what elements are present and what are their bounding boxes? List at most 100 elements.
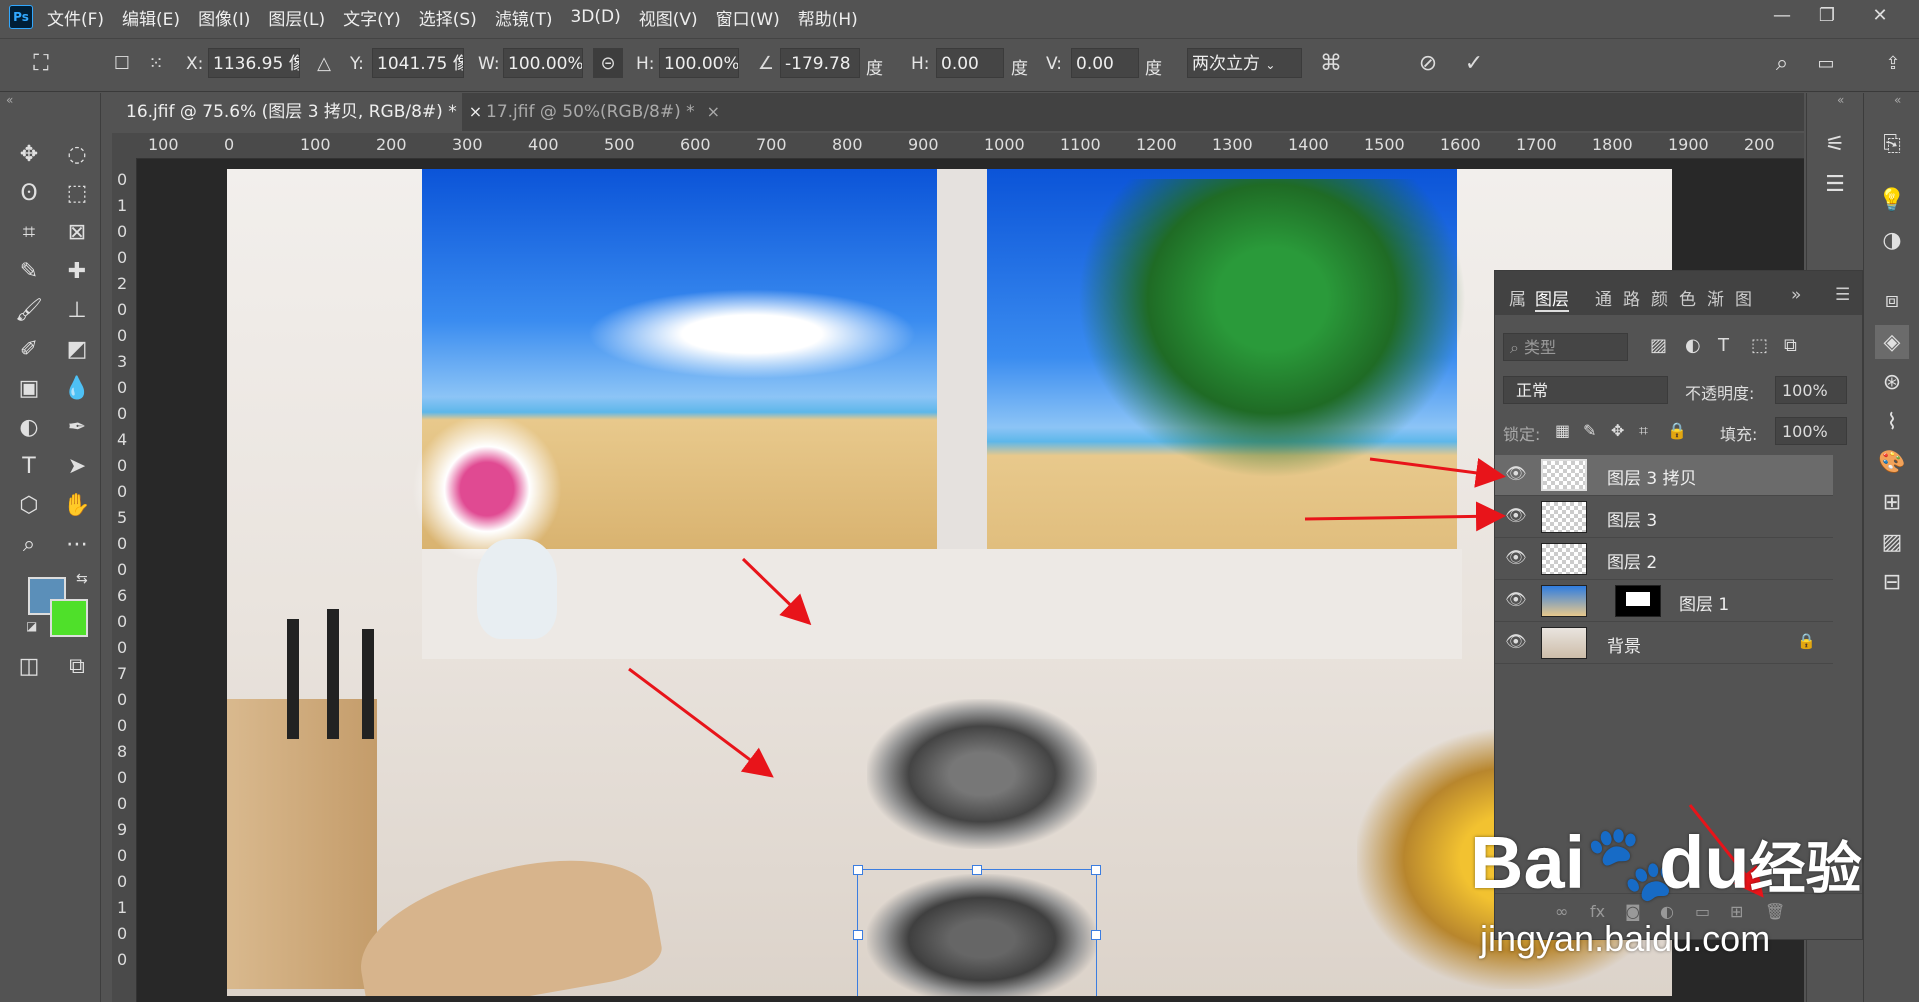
marquee-tool-icon[interactable]: ◌ xyxy=(60,137,94,171)
filter-pixel-icon[interactable]: ▨ xyxy=(1650,335,1667,356)
patterns-icon[interactable]: ⊟ xyxy=(1875,565,1909,599)
filter-type-icon[interactable]: T xyxy=(1718,335,1729,356)
layer-row[interactable]: 👁 图层 3 拷贝 xyxy=(1495,455,1833,496)
tab-gradients[interactable]: 渐 xyxy=(1707,285,1724,310)
y-field[interactable]: 1041.75 像 xyxy=(372,48,464,78)
tab-document-16[interactable]: 16.jfif @ 75.6% (图层 3 拷贝, RGB/8#) * × xyxy=(112,93,482,131)
height-field[interactable]: 100.00% xyxy=(659,48,739,78)
menu-3d[interactable]: 3D(D) xyxy=(570,7,620,27)
menu-file[interactable]: 文件(F) xyxy=(47,5,104,30)
menu-help[interactable]: 帮助(H) xyxy=(798,5,858,30)
type-tool-icon[interactable]: T xyxy=(12,449,46,483)
skew-h-field[interactable]: 0.00 xyxy=(936,48,1004,78)
tab-channels[interactable]: 通 xyxy=(1595,285,1612,310)
width-field[interactable]: 100.00% xyxy=(503,48,583,78)
blur-tool-icon[interactable]: 💧 xyxy=(60,371,94,405)
reference-point-grid-icon[interactable]: ⁙ xyxy=(141,48,171,78)
channels-icon[interactable]: ⊛ xyxy=(1875,365,1909,399)
shape-tool-icon[interactable]: ⬡ xyxy=(12,488,46,522)
frame-tool-icon[interactable]: ⊠ xyxy=(60,215,94,249)
menu-type[interactable]: 文字(Y) xyxy=(343,5,401,30)
swatches-icon[interactable]: ⊞ xyxy=(1875,485,1909,519)
lasso-tool-icon[interactable]: ʘ xyxy=(12,176,46,210)
swap-colors-icon[interactable]: ⇆ xyxy=(76,571,88,587)
filter-adjustment-icon[interactable]: ◐ xyxy=(1685,335,1701,356)
lock-transparent-icon[interactable]: ▦ xyxy=(1555,421,1570,440)
collapse-panels-icon[interactable]: « xyxy=(1894,93,1901,107)
zoom-tool-icon[interactable]: ⌕ xyxy=(12,527,46,561)
close-icon[interactable]: × xyxy=(707,102,720,121)
menu-image[interactable]: 图像(I) xyxy=(198,5,250,30)
layer-filter-select[interactable]: ⌕ 类型 xyxy=(1503,333,1628,361)
hand-tool-icon[interactable]: ✋ xyxy=(60,488,94,522)
commit-transform-icon[interactable]: ✓ xyxy=(1459,48,1489,78)
visibility-eye-icon[interactable]: 👁 xyxy=(1505,506,1527,526)
reference-point-checkbox[interactable]: ☐ xyxy=(107,48,137,78)
menu-layer[interactable]: 图层(L) xyxy=(268,5,325,30)
panel-menu-icon[interactable]: ☰ xyxy=(1835,285,1850,305)
path-select-tool-icon[interactable]: ➤ xyxy=(60,449,94,483)
quick-mask-icon[interactable]: ◫ xyxy=(12,649,46,683)
brush-settings-icon[interactable]: ⚟ xyxy=(1818,127,1852,161)
search-icon[interactable]: ⌕ xyxy=(1767,48,1797,78)
collapse-panels-icon[interactable]: « xyxy=(1837,93,1844,107)
color-icon[interactable]: 🎨 xyxy=(1875,445,1909,479)
more-tabs-icon[interactable]: » xyxy=(1791,285,1801,305)
opacity-field[interactable]: 100% xyxy=(1775,376,1847,404)
layer-row[interactable]: 👁 图层 2 xyxy=(1495,539,1833,580)
background-color-swatch[interactable] xyxy=(50,599,88,637)
layer-row[interactable]: 👁 背景 🔒 xyxy=(1495,623,1833,664)
minimize-button[interactable]: — xyxy=(1760,0,1804,30)
dodge-tool-icon[interactable]: ◐ xyxy=(12,410,46,444)
tab-layers[interactable]: 图层 xyxy=(1535,285,1569,312)
tab-paths[interactable]: 路 xyxy=(1623,285,1640,310)
visibility-eye-icon[interactable]: 👁 xyxy=(1505,464,1527,484)
move-tool-icon[interactable]: ✥ xyxy=(12,137,46,171)
layer-row[interactable]: 👁 图层 3 xyxy=(1495,497,1833,538)
adjustments-icon[interactable]: ◑ xyxy=(1875,223,1909,257)
healing-brush-tool-icon[interactable]: ✚ xyxy=(60,254,94,288)
blend-mode-select[interactable]: 正常 xyxy=(1503,376,1668,404)
tab-swatches[interactable]: 色 xyxy=(1679,285,1696,310)
tab-color[interactable]: 颜 xyxy=(1651,285,1668,310)
workspace-icon[interactable]: ▭ xyxy=(1811,48,1841,78)
brush-tool-icon[interactable]: 🖌 xyxy=(12,293,46,327)
learn-icon[interactable]: 💡 xyxy=(1875,183,1909,217)
close-window-button[interactable]: ✕ xyxy=(1858,0,1902,30)
eyedropper-tool-icon[interactable]: ✎ xyxy=(12,254,46,288)
menu-window[interactable]: 窗口(W) xyxy=(716,5,780,30)
visibility-eye-icon[interactable]: 👁 xyxy=(1505,590,1527,610)
visibility-eye-icon[interactable]: 👁 xyxy=(1505,548,1527,568)
paths-icon[interactable]: ⌇ xyxy=(1875,405,1909,439)
tab-patterns[interactable]: 图 xyxy=(1735,285,1752,310)
collapse-toolbar-icon[interactable]: « xyxy=(6,93,13,107)
pen-tool-icon[interactable]: ✒ xyxy=(60,410,94,444)
menu-edit[interactable]: 编辑(E) xyxy=(122,5,180,30)
layers-icon[interactable]: ◈ xyxy=(1875,325,1909,359)
restore-button[interactable]: ❐ xyxy=(1805,0,1849,30)
menu-filter[interactable]: 滤镜(T) xyxy=(495,5,553,30)
history-brush-tool-icon[interactable]: ✐ xyxy=(12,332,46,366)
share-icon[interactable]: ⇪ xyxy=(1878,48,1908,78)
tab-properties[interactable]: 属 xyxy=(1509,285,1526,310)
gradients-icon[interactable]: ▨ xyxy=(1875,525,1909,559)
screen-mode-icon[interactable]: ⧉ xyxy=(60,649,94,683)
filter-shape-icon[interactable]: ⬚ xyxy=(1751,335,1768,356)
transform-tool-icon[interactable]: ⛶ xyxy=(26,48,56,78)
lock-image-icon[interactable]: ✎ xyxy=(1583,421,1596,440)
fill-field[interactable]: 100% xyxy=(1775,417,1847,445)
gradient-tool-icon[interactable]: ▣ xyxy=(12,371,46,405)
lock-artboard-icon[interactable]: ⌗ xyxy=(1639,421,1648,441)
vertical-ruler[interactable]: 0 1 0 0 2 0 0 3 0 0 4 0 0 5 0 0 6 0 0 7 0 0 8 0 0 9 0 0 1 0 0 xyxy=(112,158,137,1002)
more-tools-icon[interactable]: ⋯ xyxy=(60,527,94,561)
stamp-tool-icon[interactable]: ⊥ xyxy=(60,293,94,327)
relative-position-icon[interactable]: △ xyxy=(309,48,339,78)
link-icon[interactable]: ⊝ xyxy=(593,48,623,78)
tab-document-17[interactable]: 17.jfif @ 50%(RGB/8#) * × xyxy=(472,93,832,131)
properties-icon[interactable]: ☰ xyxy=(1818,167,1852,201)
menu-view[interactable]: 视图(V) xyxy=(639,5,698,30)
lock-position-icon[interactable]: ✥ xyxy=(1611,421,1624,440)
x-field[interactable]: 1136.95 像 xyxy=(208,48,300,78)
warp-mode-icon[interactable]: ⌘ xyxy=(1316,48,1346,78)
3d-icon[interactable]: ⧈ xyxy=(1875,283,1909,317)
